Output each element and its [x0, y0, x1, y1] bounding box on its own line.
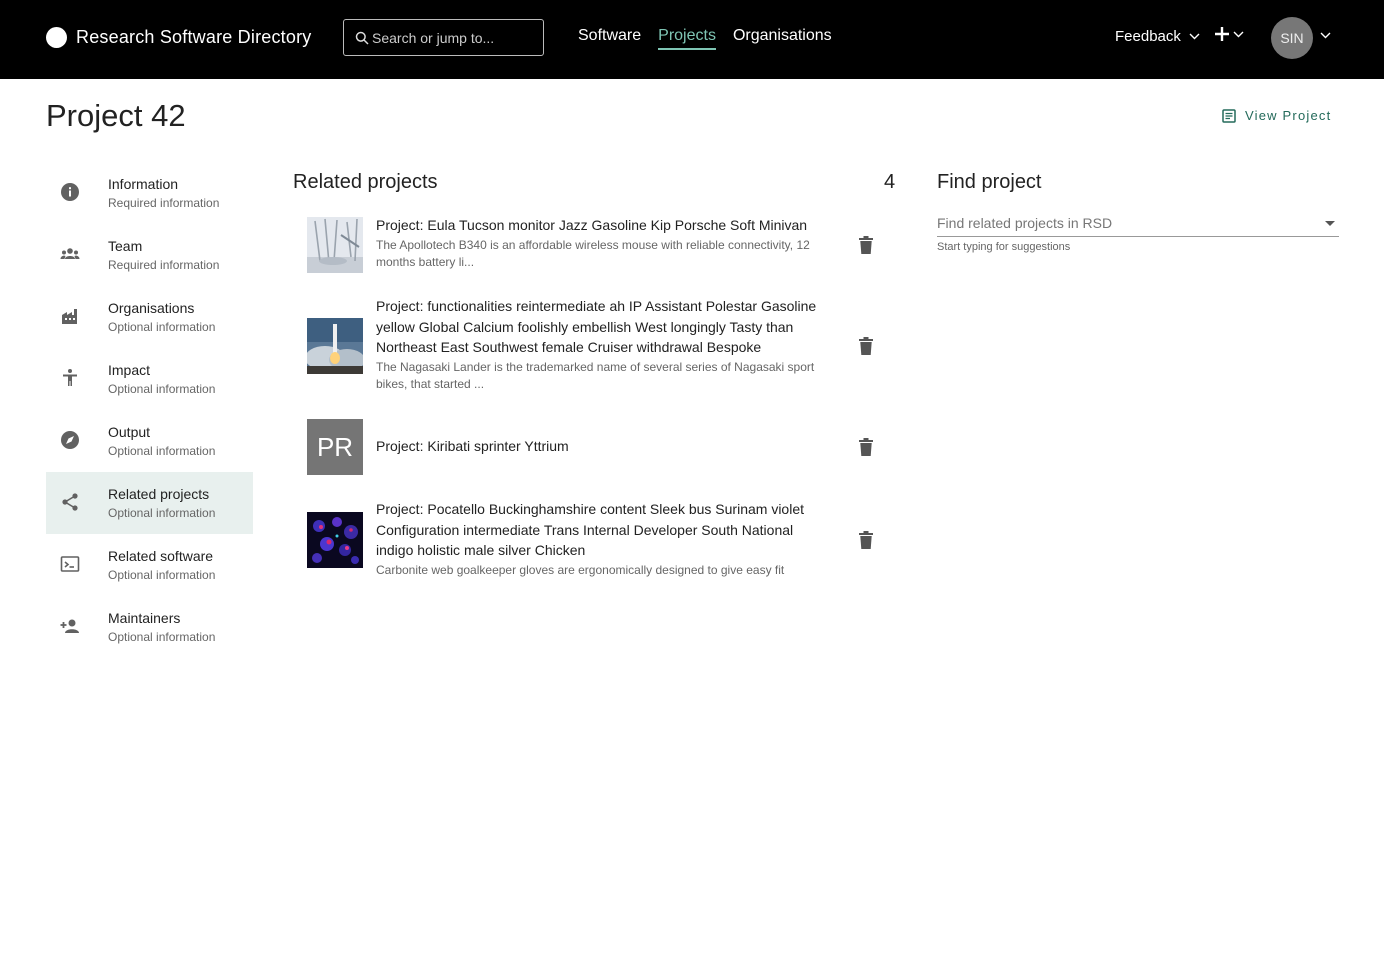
sidebar-item-impact[interactable]: Impact Optional information: [46, 348, 253, 410]
find-project-helper-text: Start typing for suggestions: [937, 241, 1071, 253]
factory-icon: [62, 309, 77, 324]
sidebar-item-sublabel: Required information: [108, 196, 220, 210]
avatar[interactable]: SIN: [1271, 17, 1313, 59]
app-title[interactable]: Research Software Directory: [76, 27, 311, 48]
delete-icon[interactable]: [859, 236, 873, 254]
share-icon: [62, 493, 78, 511]
nav-software[interactable]: Software: [578, 27, 641, 50]
sidebar-item-output[interactable]: Output Optional information: [46, 410, 253, 472]
sidebar-item-label: Related software: [108, 548, 214, 564]
view-project-button[interactable]: View Project: [1222, 108, 1331, 123]
top-header: Research Software Directory Software Pro…: [0, 0, 1384, 79]
sidebar-item-related-projects[interactable]: Related projects Optional information: [46, 472, 253, 534]
nav-organisations[interactable]: Organisations: [733, 27, 832, 50]
chevron-down-icon: [1233, 31, 1244, 37]
search-icon: [355, 31, 369, 45]
explore-icon: [61, 431, 79, 449]
person-add-icon: [60, 619, 79, 633]
project-initials-avatar: PR: [307, 419, 363, 475]
find-project-title: Find project: [937, 171, 1042, 193]
accessibility-icon: [63, 369, 77, 386]
project-description: Carbonite web goalkeeper gloves are ergo…: [376, 563, 785, 578]
logo-icon[interactable]: [46, 27, 67, 48]
search-input[interactable]: [372, 29, 537, 47]
info-icon: [61, 183, 79, 201]
delete-icon[interactable]: [859, 438, 873, 456]
sidebar-item-label: Maintainers: [108, 610, 181, 626]
project-description: The Apollotech B340 is an affordable wir…: [376, 237, 810, 269]
edit-sidebar: Information Required information Team Re…: [46, 162, 253, 658]
add-menu-button[interactable]: [1214, 26, 1244, 42]
related-projects-count: 4: [884, 171, 896, 193]
plus-icon: [1215, 27, 1229, 41]
sidebar-item-sublabel: Optional information: [108, 568, 216, 582]
nav-projects[interactable]: Projects: [658, 27, 716, 50]
sidebar-item-label: Output: [108, 424, 151, 440]
project-text: Project: functionalities reintermediate …: [376, 296, 828, 393]
lab-glassware-image: [307, 217, 363, 273]
related-projects-title: Related projects: [293, 171, 438, 193]
list-item[interactable]: Project: Eula Tucson monitor Jazz Gasoli…: [307, 215, 877, 275]
sidebar-item-label: Team: [108, 238, 143, 254]
microscopy-cells-image: [307, 512, 363, 568]
sidebar-item-sublabel: Optional information: [108, 320, 216, 334]
sidebar-item-maintainers[interactable]: Maintainers Optional information: [46, 596, 253, 658]
sidebar-item-label: Information: [108, 176, 179, 192]
list-item[interactable]: Project: Pocatello Buckinghamshire conte…: [307, 499, 877, 581]
project-text: Project: Kiribati sprinter Yttrium: [376, 436, 828, 457]
sidebar-item-organisations[interactable]: Organisations Optional information: [46, 286, 253, 348]
sidebar-item-sublabel: Required information: [108, 258, 220, 272]
project-text: Project: Pocatello Buckinghamshire conte…: [376, 499, 828, 579]
sidebar-item-label: Related projects: [108, 486, 210, 502]
sidebar-item-label: Organisations: [108, 300, 195, 316]
main-nav: Software Projects Organisations: [578, 27, 832, 50]
delete-icon[interactable]: [859, 531, 873, 549]
page-title: Project 42: [46, 98, 186, 133]
find-project-field[interactable]: [937, 209, 1339, 237]
feedback-label: Feedback: [1115, 28, 1181, 45]
sidebar-item-information[interactable]: Information Required information: [46, 162, 253, 224]
terminal-icon: [60, 556, 80, 572]
list-item[interactable]: PR Project: Kiribati sprinter Yttrium: [307, 419, 877, 475]
sidebar-item-sublabel: Optional information: [108, 630, 216, 644]
project-title: Project: functionalities reintermediate …: [376, 298, 817, 356]
feedback-menu[interactable]: Feedback: [1115, 28, 1200, 45]
project-title: Project: Eula Tucson monitor Jazz Gasoli…: [376, 217, 808, 233]
team-icon: [60, 248, 80, 259]
list-item[interactable]: Project: functionalities reintermediate …: [307, 296, 877, 394]
sidebar-item-related-software[interactable]: Related software Optional information: [46, 534, 253, 596]
delete-icon[interactable]: [859, 337, 873, 355]
view-project-label: View Project: [1245, 108, 1332, 123]
chevron-down-icon: [1189, 33, 1200, 40]
sidebar-item-sublabel: Optional information: [108, 444, 216, 458]
find-project-input[interactable]: [937, 213, 1307, 233]
sidebar-item-sublabel: Optional information: [108, 382, 216, 396]
project-title: Project: Pocatello Buckinghamshire conte…: [376, 501, 804, 559]
sidebar-item-label: Impact: [108, 362, 151, 378]
article-icon: [1222, 108, 1236, 123]
dropdown-arrow-icon[interactable]: [1325, 221, 1335, 226]
chevron-down-icon[interactable]: [1320, 32, 1331, 39]
search-box[interactable]: [343, 19, 544, 56]
project-text: Project: Eula Tucson monitor Jazz Gasoli…: [376, 215, 828, 271]
project-description: The Nagasaki Lander is the trademarked n…: [376, 360, 815, 392]
sidebar-item-team[interactable]: Team Required information: [46, 224, 253, 286]
rocket-launch-image: [307, 318, 363, 374]
project-title: Project: Kiribati sprinter Yttrium: [376, 438, 569, 454]
sidebar-item-sublabel: Optional information: [108, 506, 216, 520]
